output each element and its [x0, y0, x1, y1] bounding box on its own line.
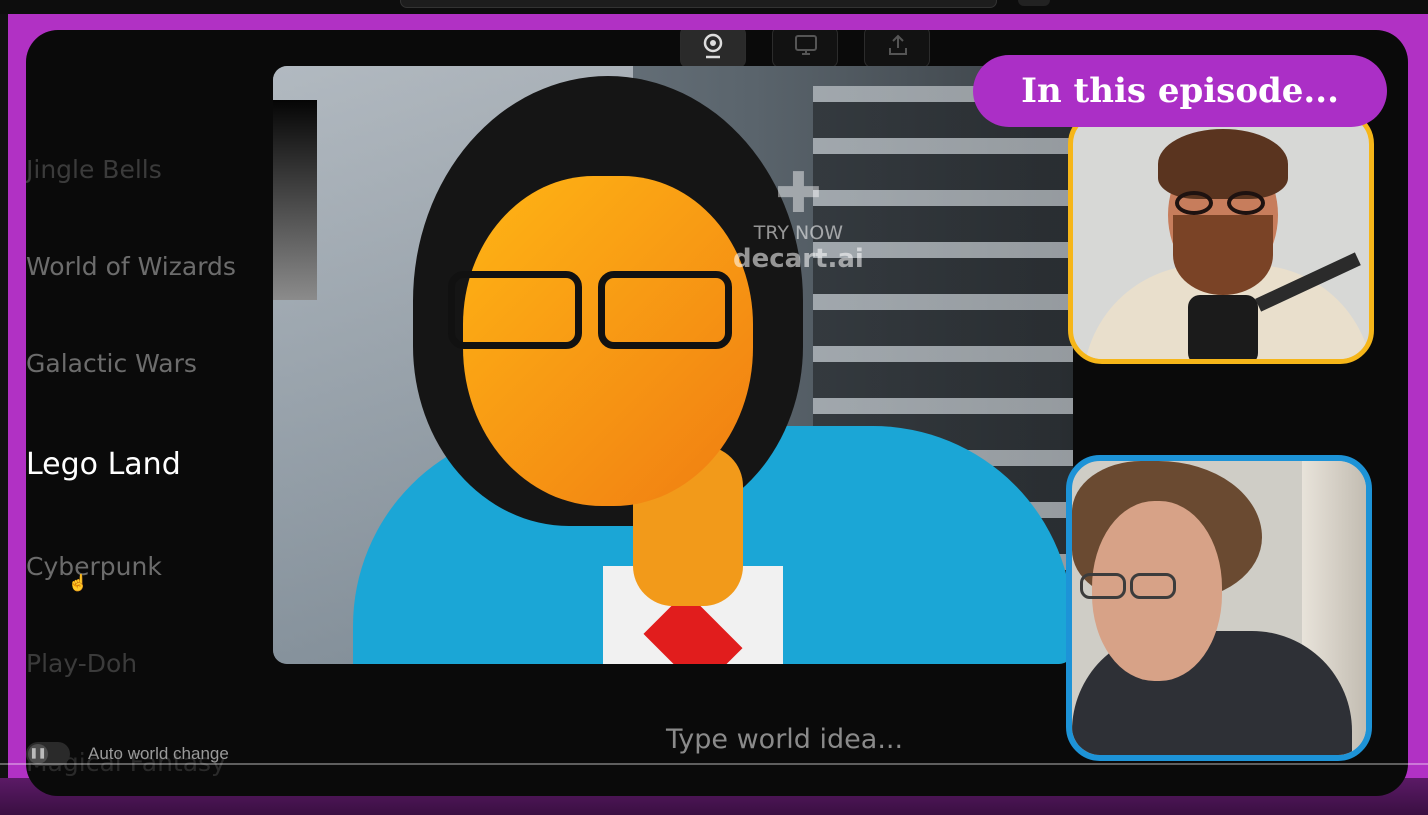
host1-glasses [1175, 191, 1271, 217]
webcam-button[interactable] [680, 30, 746, 68]
host-webcam-1 [1068, 110, 1374, 364]
upload-icon [889, 34, 907, 55]
world-idea-input[interactable]: Type world idea... [666, 724, 903, 755]
plus-icon: ✚ [774, 161, 822, 226]
watermark-cta: TRY NOW [753, 222, 843, 244]
auto-world-change-label: Auto world change [88, 744, 229, 763]
generated-video: ✚ TRY NOW decart.ai [273, 66, 1073, 664]
video-progress-bar[interactable] [0, 763, 1428, 765]
watermark-brand: decart.ai [733, 244, 864, 274]
pause-icon: ❚❚ [28, 744, 48, 764]
world-item-cyberpunk[interactable]: Cyberpunk [26, 552, 162, 581]
world-item-lego-land[interactable]: Lego Land [26, 447, 181, 482]
world-item-world-of-wizards[interactable]: World of Wizards [26, 252, 236, 281]
episode-banner-text: In this episode... [1021, 71, 1339, 111]
character-glasses [448, 271, 748, 351]
screen-share-button[interactable] [772, 30, 838, 68]
host1-beard [1173, 215, 1273, 295]
world-list: Jingle Bells World of Wizards Galactic W… [26, 30, 276, 796]
watermark: ✚ TRY NOW decart.ai [733, 161, 864, 275]
webcam-icon [703, 33, 723, 59]
dark-panel [273, 100, 317, 300]
browser-button[interactable] [1018, 0, 1050, 6]
upload-button[interactable] [864, 30, 930, 68]
host2-glasses [1072, 573, 1182, 603]
host1-hair [1158, 129, 1288, 199]
browser-top-bar [0, 0, 1428, 14]
episode-banner: In this episode... [973, 55, 1387, 127]
screen-share-icon [795, 35, 817, 55]
host-webcam-2 [1066, 455, 1372, 761]
world-item-play-doh[interactable]: Play-Doh [26, 649, 137, 678]
world-item-jingle-bells[interactable]: Jingle Bells [26, 155, 162, 184]
address-bar[interactable] [400, 0, 997, 8]
microphone-icon [1188, 295, 1258, 359]
world-item-galactic-wars[interactable]: Galactic Wars [26, 349, 197, 378]
mouse-cursor-icon: ☝ [68, 575, 88, 592]
